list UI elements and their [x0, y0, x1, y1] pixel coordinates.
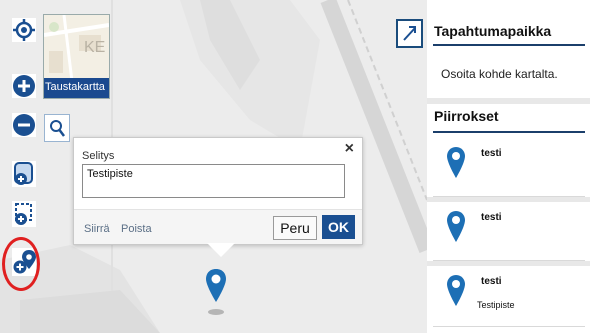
description-field[interactable]: Testipiste	[82, 164, 345, 198]
drawing-item[interactable]: testi Testipiste	[433, 266, 585, 327]
side-panel: Tapahtumapaikka Osoita kohde kartalta. P…	[427, 0, 590, 333]
description-caption: Selitys	[82, 150, 115, 162]
select-area-button[interactable]	[12, 201, 36, 227]
map-marker-icon	[447, 211, 465, 242]
zoom-in-icon	[12, 74, 36, 98]
ok-button[interactable]: OK	[322, 215, 355, 239]
locate-icon	[12, 18, 36, 42]
background-map-label: Taustakartta	[44, 78, 109, 98]
add-drawing-button[interactable]	[12, 161, 36, 187]
map-area[interactable]: KE Taustakartta Selitys × Testipiste Sii…	[0, 0, 427, 333]
drawing-item[interactable]: testi	[433, 202, 585, 261]
drawing-name: testi	[481, 148, 502, 159]
zoom-out-icon	[12, 113, 36, 137]
delete-link[interactable]: Poista	[121, 223, 152, 235]
popup-pointer	[207, 243, 235, 257]
drawings-title: Piirrokset	[434, 108, 499, 124]
drawings-divider	[433, 131, 585, 133]
select-area-icon	[12, 201, 36, 227]
map-marker-icon	[447, 275, 465, 306]
description-popup: Selitys × Testipiste Siirrä Poista Peru …	[73, 137, 363, 245]
zoom-in-button[interactable]	[12, 74, 36, 98]
location-title: Tapahtumapaikka	[434, 23, 552, 39]
section-gap	[427, 98, 590, 104]
popup-footer: Siirrä Poista Peru OK	[74, 209, 362, 244]
add-drawing-icon	[12, 161, 36, 187]
drawing-description: Testipiste	[477, 300, 515, 310]
map-marker-icon[interactable]	[204, 268, 228, 316]
drawing-item[interactable]: testi	[433, 138, 585, 197]
cancel-button[interactable]: Peru	[273, 216, 317, 240]
drawing-name: testi	[481, 212, 502, 223]
drawing-name: testi	[481, 276, 502, 287]
zoom-out-button[interactable]	[12, 113, 36, 137]
location-instruction: Osoita kohde kartalta.	[441, 67, 558, 81]
background-map-selector[interactable]: KE Taustakartta	[43, 14, 110, 99]
location-divider	[433, 44, 585, 46]
locate-button[interactable]	[12, 18, 36, 42]
highlight-circle	[2, 237, 40, 291]
expand-icon	[403, 26, 416, 41]
search-button[interactable]	[44, 114, 70, 142]
thumbnail-text: KE	[84, 39, 106, 56]
expand-button[interactable]	[396, 19, 423, 48]
close-icon[interactable]: ×	[345, 140, 354, 158]
map-marker-icon	[447, 147, 465, 178]
search-icon	[50, 120, 65, 137]
move-link[interactable]: Siirrä	[84, 223, 110, 235]
